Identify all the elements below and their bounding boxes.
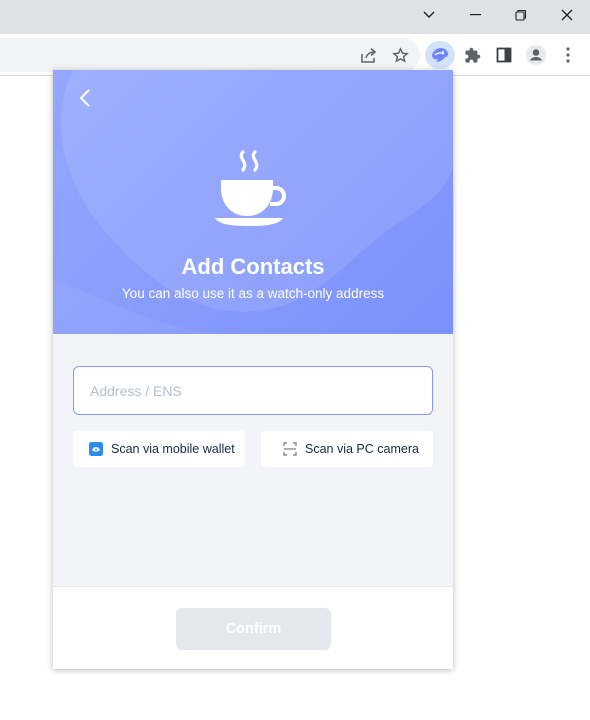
side-panel-icon (496, 47, 512, 63)
more-vert-icon (566, 47, 570, 63)
scan-mobile-label: Scan via mobile wallet (111, 442, 235, 456)
chevron-down-icon (423, 11, 435, 18)
back-button[interactable] (73, 86, 97, 110)
tab-search-button[interactable] (406, 0, 452, 30)
scan-frame-icon (283, 442, 297, 456)
share-button[interactable] (356, 43, 380, 67)
minimize-button[interactable] (452, 0, 498, 30)
close-button[interactable] (544, 0, 590, 30)
browser-titlebar (0, 0, 590, 34)
address-input[interactable] (73, 366, 433, 415)
hero-header: Add Contacts You can also use it as a wa… (53, 70, 453, 334)
share-icon (360, 47, 376, 63)
extensions-button[interactable] (460, 43, 484, 67)
page-title: Add Contacts (181, 254, 325, 279)
bookmark-star-button[interactable] (388, 43, 412, 67)
mobile-wallet-icon (89, 442, 103, 456)
confirm-button[interactable]: Confirm (176, 608, 331, 650)
add-contacts-popup: Add Contacts You can also use it as a wa… (53, 70, 453, 669)
chevron-left-icon (79, 89, 90, 107)
popup-footer: Confirm (53, 586, 453, 669)
chrome-menu-button[interactable] (556, 43, 580, 67)
close-icon (561, 9, 573, 21)
rabby-extension-button[interactable] (425, 41, 455, 69)
profile-button[interactable] (524, 43, 548, 67)
scan-pc-camera-button[interactable]: Scan via PC camera (261, 431, 433, 467)
page-subtitle: You can also use it as a watch-only addr… (121, 286, 385, 301)
coffee-cup-icon (215, 150, 286, 226)
puzzle-icon (464, 47, 480, 63)
restore-button[interactable] (498, 0, 544, 30)
star-icon (391, 46, 409, 63)
scan-mobile-wallet-button[interactable]: Scan via mobile wallet (73, 431, 245, 467)
rabby-logo-icon (432, 48, 448, 62)
scan-pc-label: Scan via PC camera (305, 442, 419, 456)
minimize-icon (469, 14, 481, 16)
side-panel-button[interactable] (492, 43, 516, 67)
avatar-icon (526, 45, 546, 65)
restore-icon (515, 9, 527, 21)
